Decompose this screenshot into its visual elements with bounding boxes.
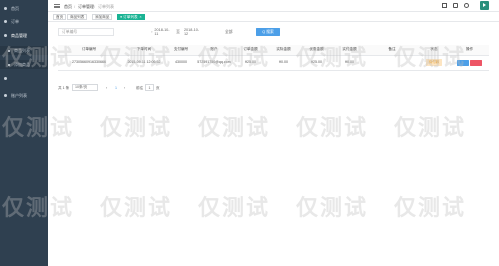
main-content: 订单编号 ▫ 2018-10-11 至 2018-10-12 全部 Q 搜索 订… bbox=[48, 22, 499, 266]
goto-label: 前往 bbox=[136, 86, 144, 90]
breadcrumb-separator: / bbox=[74, 4, 76, 9]
pagination-next[interactable]: › bbox=[122, 84, 127, 91]
close-icon[interactable]: × bbox=[140, 15, 142, 19]
sidebar: 首页 订单 商品管理 商品列表 添加商品 账户列表 bbox=[0, 0, 48, 266]
breadcrumb-order-mgmt[interactable]: 订单管理 bbox=[78, 4, 94, 10]
date-end: 2018-10-12 bbox=[183, 28, 200, 36]
sidebar-item-products[interactable]: 商品管理 bbox=[0, 31, 48, 40]
goto-suffix: 页 bbox=[156, 86, 160, 90]
col-header: 优惠金额 bbox=[300, 45, 333, 56]
cell-time: 2015-09-11 12:06:52 bbox=[120, 55, 168, 71]
date-separator: 至 bbox=[176, 29, 180, 34]
product-icon bbox=[4, 34, 7, 37]
fullscreen-icon[interactable] bbox=[442, 3, 447, 8]
tab-home[interactable]: 首页 bbox=[53, 14, 67, 20]
page-size-value: 10条/页 bbox=[75, 85, 88, 89]
col-header: 操作 bbox=[450, 45, 489, 56]
cell-discount: ¥25.00 bbox=[300, 55, 333, 71]
cell-pay-no: 430000 bbox=[168, 55, 194, 71]
edit-button[interactable] bbox=[457, 59, 469, 66]
tab-order-list[interactable]: ● 订单列表 × bbox=[117, 14, 145, 20]
table-header-row: 订单编号 下单时间 支付编号 账户 订单金额 实际金额 优惠金额 实付金额 备注… bbox=[58, 45, 489, 56]
sidebar-item-orders[interactable]: 订单 bbox=[0, 17, 48, 26]
tab-label: 添加商品 bbox=[95, 14, 110, 19]
sidebar-item-add-product[interactable]: 添加商品 bbox=[0, 60, 48, 69]
cart-icon bbox=[4, 77, 7, 80]
tabs-bar: 首页 商品列表 添加商品 ● 订单列表 × bbox=[48, 12, 499, 22]
calendar-icon: ▫ bbox=[151, 30, 153, 34]
col-header: 实付金额 bbox=[333, 45, 366, 56]
col-header: 备注 bbox=[366, 45, 418, 56]
cell-status: 待付款 bbox=[418, 55, 450, 71]
sidebar-item-label: 账户列表 bbox=[11, 92, 27, 98]
user-icon bbox=[4, 94, 7, 97]
cell-actual: ¥0.00 bbox=[267, 55, 300, 71]
notification-icon[interactable] bbox=[464, 3, 469, 8]
breadcrumb-home[interactable]: 首页 bbox=[64, 4, 72, 10]
col-header: 支付编号 bbox=[168, 45, 194, 56]
pagination-page[interactable]: 1 bbox=[113, 84, 119, 91]
list-icon bbox=[8, 49, 10, 52]
date-range-picker[interactable]: ▫ 2018-10-11 至 2018-10-12 bbox=[148, 28, 202, 36]
date-start: 2018-10-11 bbox=[154, 28, 170, 36]
tab-product-list[interactable]: 商品列表 bbox=[67, 14, 88, 20]
cell-account: 572591750@qq.com bbox=[194, 55, 234, 71]
sidebar-item-accounts[interactable]: 账户列表 bbox=[0, 91, 48, 100]
orders-table: 订单编号 下单时间 支付编号 账户 订单金额 实际金额 优惠金额 实付金额 备注… bbox=[58, 45, 489, 71]
table-row: 27305660916330666 2015-09-11 12:06:52 43… bbox=[58, 55, 489, 71]
cell-order-no: 27305660916330666 bbox=[58, 55, 120, 71]
home-icon bbox=[4, 7, 7, 10]
sidebar-item-home[interactable]: 首页 bbox=[0, 4, 48, 13]
status-badge: 待付款 bbox=[425, 59, 443, 66]
sidebar-item-label: 商品管理 bbox=[11, 32, 27, 38]
cell-actions bbox=[450, 55, 489, 71]
message-icon[interactable] bbox=[453, 3, 458, 8]
col-header: 订单金额 bbox=[234, 45, 267, 56]
sidebar-item-collapsed[interactable] bbox=[0, 74, 48, 83]
col-header: 订单编号 bbox=[58, 45, 120, 56]
tab-label: 商品列表 bbox=[70, 14, 85, 19]
page-size-select[interactable]: 10条/页 bbox=[72, 84, 98, 91]
cell-paid: ¥0.00 bbox=[333, 55, 366, 71]
col-header: 下单时间 bbox=[120, 45, 168, 56]
sidebar-item-label: 首页 bbox=[11, 5, 19, 11]
cell-amount: ¥25.00 bbox=[234, 55, 267, 71]
delete-button[interactable] bbox=[470, 59, 482, 66]
pagination-summary: 共 1 条 bbox=[58, 86, 70, 90]
col-header: 账户 bbox=[194, 45, 234, 56]
breadcrumb-separator: / bbox=[94, 4, 96, 9]
col-header: 状态 bbox=[418, 45, 450, 56]
sidebar-item-product-list[interactable]: 商品列表 bbox=[0, 46, 48, 55]
avatar[interactable] bbox=[480, 1, 489, 10]
status-select[interactable]: 全部 bbox=[222, 28, 252, 36]
order-number-input[interactable]: 订单编号 bbox=[58, 28, 114, 36]
tab-add-product[interactable]: 添加商品 bbox=[92, 14, 113, 20]
status-select-value: 全部 bbox=[225, 29, 233, 34]
goto-page-input[interactable]: 1 bbox=[145, 84, 154, 91]
sidebar-item-label: 添加商品 bbox=[14, 61, 30, 67]
pagination-prev[interactable]: ‹ bbox=[104, 84, 109, 91]
sidebar-item-label: 订单 bbox=[11, 18, 19, 24]
order-icon bbox=[4, 20, 7, 23]
tab-label: 首页 bbox=[56, 14, 64, 19]
col-header: 实际金额 bbox=[267, 45, 300, 56]
cell-note bbox=[366, 55, 418, 71]
menu-toggle-icon[interactable] bbox=[54, 2, 62, 10]
plus-icon bbox=[8, 63, 10, 66]
breadcrumb-current: 订单列表 bbox=[98, 4, 114, 9]
top-bar: 首页 / 订单管理 / 订单列表 bbox=[48, 0, 499, 12]
search-button[interactable]: Q 搜索 bbox=[256, 28, 280, 36]
tab-label: ● 订单列表 bbox=[120, 14, 138, 19]
sidebar-item-label: 商品列表 bbox=[14, 47, 30, 53]
